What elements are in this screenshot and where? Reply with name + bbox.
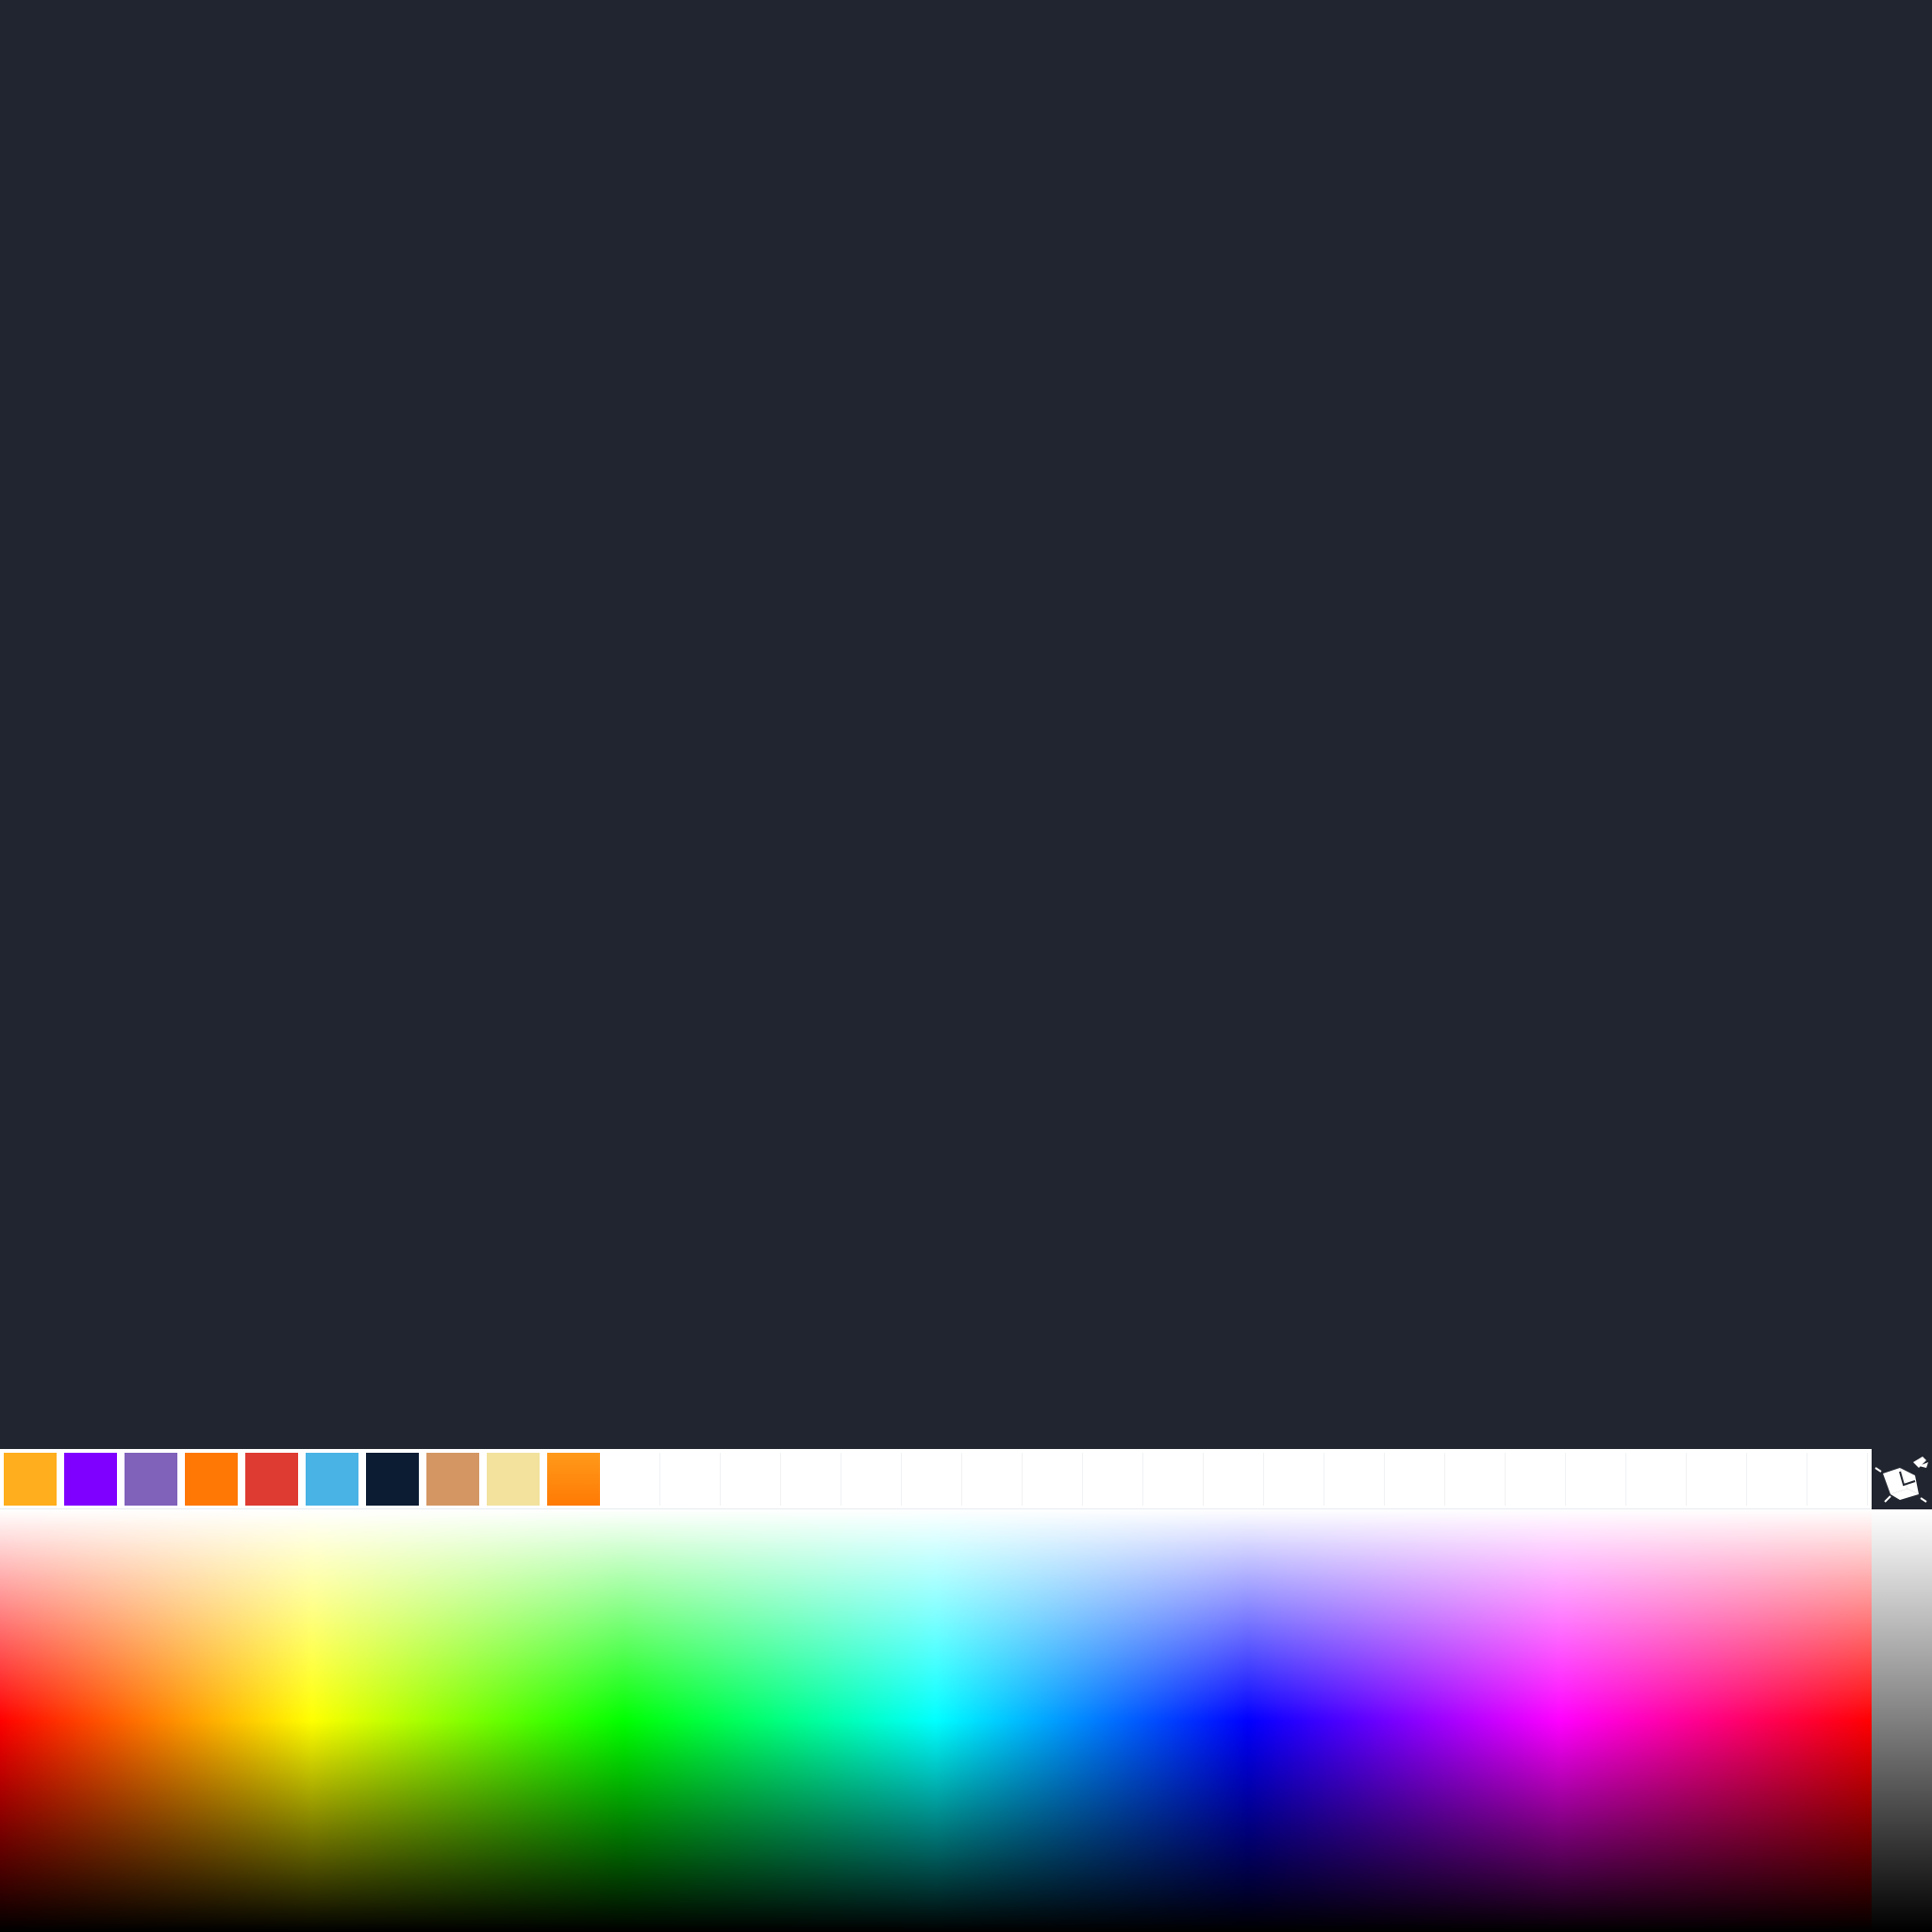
swatch-orange[interactable]: [185, 1453, 238, 1506]
empty-swatch-slot[interactable]: [1030, 1453, 1083, 1506]
canvas-area[interactable]: [0, 0, 1932, 1449]
empty-swatch-slot[interactable]: [849, 1453, 902, 1506]
empty-swatch-slot[interactable]: [1815, 1453, 1868, 1506]
swatch-violet[interactable]: [64, 1453, 117, 1506]
empty-swatch-slot[interactable]: [1453, 1453, 1506, 1506]
empty-swatch-slot[interactable]: [728, 1453, 781, 1506]
color-picker-app: [0, 0, 1932, 1932]
empty-swatch-slot[interactable]: [909, 1453, 962, 1506]
empty-swatch-slot[interactable]: [1513, 1453, 1566, 1506]
empty-swatch-slot[interactable]: [789, 1453, 841, 1506]
swatch-lavender[interactable]: [125, 1453, 177, 1506]
palette-bar: [0, 1449, 1872, 1509]
empty-swatch-slot[interactable]: [1755, 1453, 1807, 1506]
empty-swatch-slot[interactable]: [1332, 1453, 1385, 1506]
hue-saturation-picker[interactable]: [0, 1509, 1872, 1932]
swatch-sky-blue[interactable]: [306, 1453, 358, 1506]
empty-swatch-slot[interactable]: [1211, 1453, 1264, 1506]
logo-button[interactable]: [1872, 1449, 1932, 1509]
empty-swatch-slot[interactable]: [668, 1453, 721, 1506]
swatch-tan[interactable]: [426, 1453, 479, 1506]
empty-swatch-slot[interactable]: [1392, 1453, 1445, 1506]
swatch-navy[interactable]: [366, 1453, 419, 1506]
swatch-red[interactable]: [245, 1453, 298, 1506]
empty-swatch-slot[interactable]: [1091, 1453, 1143, 1506]
swatch-pale-yellow[interactable]: [487, 1453, 540, 1506]
grayscale-picker[interactable]: [1872, 1509, 1932, 1932]
empty-swatch-slot[interactable]: [970, 1453, 1023, 1506]
empty-swatch-slot[interactable]: [1151, 1453, 1204, 1506]
empty-swatch-slot[interactable]: [1694, 1453, 1747, 1506]
empty-swatch-slot[interactable]: [1634, 1453, 1687, 1506]
empty-swatch-slot[interactable]: [1272, 1453, 1324, 1506]
paint-bucket-splash-icon: [1874, 1457, 1928, 1503]
empty-swatch-slot[interactable]: [608, 1453, 660, 1506]
swatch-amber[interactable]: [4, 1453, 57, 1506]
swatch-orange-gradient[interactable]: [547, 1453, 600, 1506]
empty-swatch-slot[interactable]: [1574, 1453, 1626, 1506]
